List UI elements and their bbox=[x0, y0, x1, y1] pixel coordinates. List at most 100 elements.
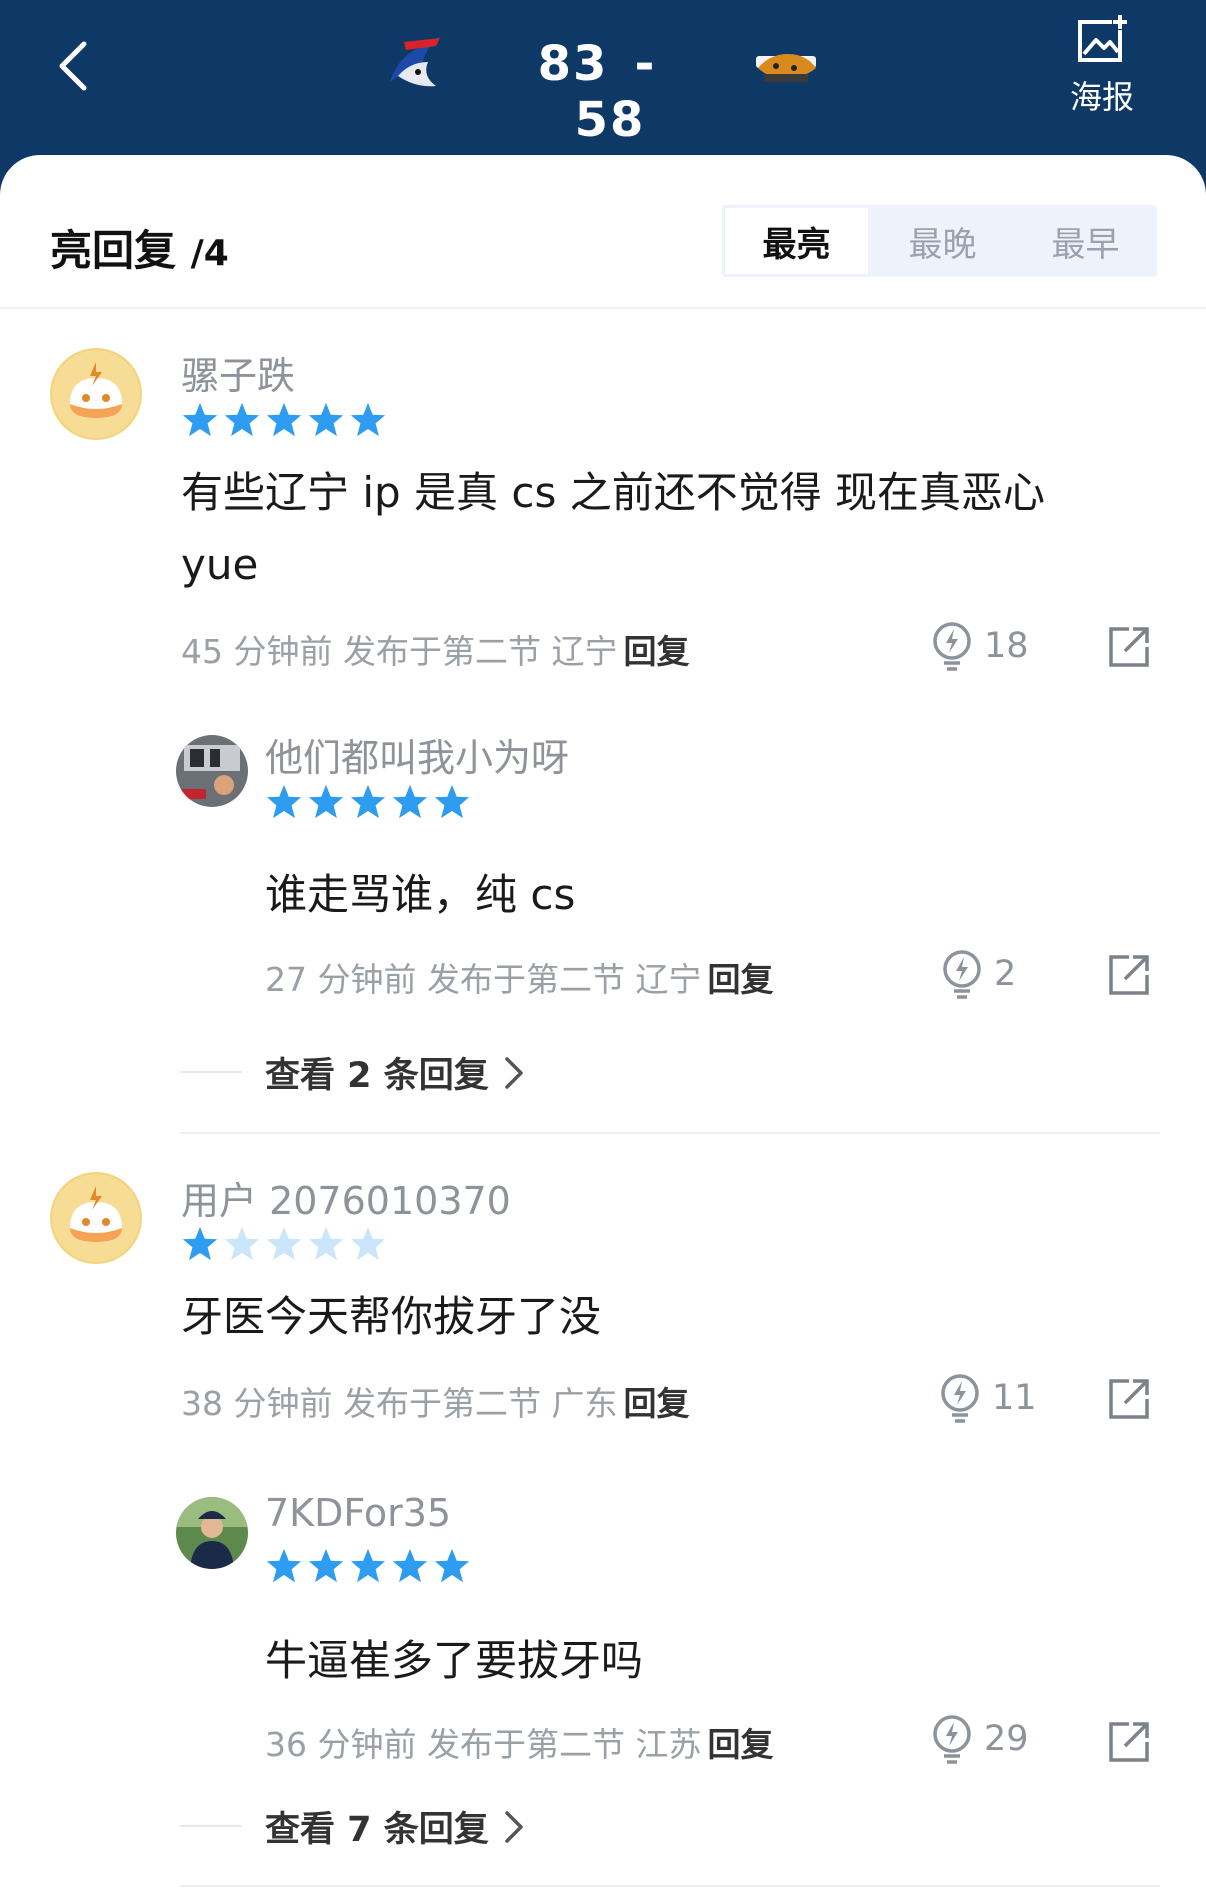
star-empty-icon bbox=[224, 1226, 260, 1261]
chevron-left-icon[interactable] bbox=[46, 36, 106, 96]
star-filled-icon bbox=[182, 402, 218, 437]
replies-panel: 亮回复 /4 最亮 最晚 最早 骡子跌 有些辽宁 ip 是真 cs 之前还不觉得… bbox=[0, 155, 1206, 1900]
reply-meta: 27 分钟前 发布于第二节 辽宁 回复 bbox=[265, 953, 773, 1001]
comment-text-line: yue bbox=[181, 540, 259, 589]
reply-username[interactable]: 7KDFor35 bbox=[265, 1491, 451, 1535]
view-more-label: 查看 7 条回复 bbox=[265, 1810, 489, 1850]
chevron-right-icon bbox=[504, 1810, 523, 1843]
star-filled-icon bbox=[350, 784, 386, 819]
star-filled-icon bbox=[434, 784, 470, 819]
star-filled-icon bbox=[350, 1548, 386, 1583]
share-icon[interactable] bbox=[1107, 1377, 1151, 1421]
reply-meta-text: 27 分钟前 发布于第二节 辽宁 bbox=[265, 960, 702, 999]
star-filled-icon bbox=[434, 1548, 470, 1583]
avatar[interactable] bbox=[176, 735, 248, 807]
like-count: 18 bbox=[984, 626, 1029, 666]
like-button[interactable]: 11 bbox=[938, 1373, 1037, 1423]
avatar[interactable] bbox=[50, 348, 142, 440]
star-empty-icon bbox=[350, 1226, 386, 1261]
star-filled-icon bbox=[308, 784, 344, 819]
avatar[interactable] bbox=[50, 1172, 142, 1264]
like-count: 11 bbox=[992, 1378, 1037, 1418]
star-filled-icon bbox=[182, 1226, 218, 1261]
divider bbox=[180, 1825, 242, 1827]
share-icon[interactable] bbox=[1107, 953, 1151, 997]
divider bbox=[180, 1132, 1160, 1134]
poster-label: 海报 bbox=[1069, 78, 1134, 116]
share-icon[interactable] bbox=[1107, 1720, 1151, 1764]
score-separator: - bbox=[634, 36, 657, 92]
reply-button[interactable]: 回复 bbox=[623, 632, 689, 671]
star-empty-icon bbox=[266, 1226, 302, 1261]
star-filled-icon bbox=[266, 1548, 302, 1583]
comment-text: 牙医今天帮你拔牙了没 bbox=[181, 1292, 602, 1341]
divider bbox=[180, 1071, 242, 1073]
lightbulb-icon bbox=[943, 950, 981, 999]
comment-meta: 45 分钟前 发布于第二节 辽宁 回复 bbox=[181, 625, 689, 673]
reply-text: 牛逼崔多了要拔牙吗 bbox=[265, 1636, 644, 1685]
star-filled-icon bbox=[308, 402, 344, 437]
divider bbox=[0, 307, 1206, 309]
section-title-text: 亮回复 bbox=[50, 226, 177, 275]
reply-username[interactable]: 他们都叫我小为呀 bbox=[265, 727, 569, 782]
lightbulb-icon bbox=[933, 622, 971, 671]
star-rating bbox=[265, 1547, 471, 1587]
comment-text-line: 有些辽宁 ip 是真 cs 之前还不觉得 现在真恶心 bbox=[181, 468, 1046, 517]
photo-avatar bbox=[176, 735, 248, 807]
star-filled-icon bbox=[392, 784, 428, 819]
divider bbox=[180, 1885, 1160, 1887]
share-icon[interactable] bbox=[1107, 625, 1151, 669]
like-count: 2 bbox=[994, 954, 1017, 994]
like-count: 29 bbox=[984, 1719, 1029, 1759]
leopards-logo[interactable] bbox=[750, 32, 822, 100]
reply-text: 谁走骂谁，纯 cs bbox=[265, 870, 576, 919]
default-avatar-icon bbox=[52, 1174, 140, 1262]
image-edit-icon bbox=[1078, 14, 1128, 62]
home-score: 83 bbox=[537, 36, 609, 92]
view-more-replies[interactable]: 查看 7 条回复 bbox=[265, 1801, 525, 1852]
photo-avatar bbox=[176, 1497, 248, 1569]
tab-hottest[interactable]: 最亮 bbox=[725, 208, 868, 274]
tab-latest[interactable]: 最晚 bbox=[871, 205, 1014, 277]
star-rating bbox=[181, 1225, 387, 1265]
default-avatar-icon bbox=[52, 350, 140, 438]
sort-tabs: 最亮 最晚 最早 bbox=[722, 205, 1157, 277]
tab-earliest[interactable]: 最早 bbox=[1014, 205, 1157, 277]
lightbulb-icon bbox=[941, 1374, 979, 1423]
star-filled-icon bbox=[224, 402, 260, 437]
comment-text: 有些辽宁 ip 是真 cs 之前还不觉得 现在真恶心 yue bbox=[181, 457, 1141, 601]
chevron-right-icon bbox=[504, 1056, 523, 1089]
poster-button[interactable]: 海报 bbox=[1054, 12, 1150, 118]
like-button[interactable]: 29 bbox=[930, 1714, 1029, 1764]
star-filled-icon bbox=[392, 1548, 428, 1583]
star-rating bbox=[265, 783, 471, 823]
avatar[interactable] bbox=[176, 1497, 248, 1569]
sharks-logo[interactable] bbox=[380, 32, 452, 100]
star-filled-icon bbox=[266, 784, 302, 819]
reply-meta: 36 分钟前 发布于第二节 江苏 回复 bbox=[265, 1718, 773, 1766]
comment-meta-text: 38 分钟前 发布于第二节 广东 bbox=[181, 1384, 618, 1423]
reply-button[interactable]: 回复 bbox=[623, 1384, 689, 1423]
comment-username[interactable]: 用户 2076010370 bbox=[181, 1170, 511, 1225]
comment-meta: 38 分钟前 发布于第二节 广东 回复 bbox=[181, 1377, 689, 1425]
star-filled-icon bbox=[350, 402, 386, 437]
lightbulb-icon bbox=[933, 1715, 971, 1764]
game-header: 83 -58 海报 bbox=[0, 0, 1206, 160]
view-more-label: 查看 2 条回复 bbox=[265, 1056, 489, 1096]
reply-count: /4 bbox=[190, 233, 229, 274]
comment-username[interactable]: 骡子跌 bbox=[181, 345, 295, 400]
reply-meta-text: 36 分钟前 发布于第二节 江苏 bbox=[265, 1725, 702, 1764]
like-button[interactable]: 2 bbox=[940, 949, 1016, 999]
star-filled-icon bbox=[266, 402, 302, 437]
like-button[interactable]: 18 bbox=[930, 621, 1029, 671]
reply-button[interactable]: 回复 bbox=[707, 1725, 773, 1764]
away-score: 58 bbox=[574, 92, 646, 148]
scoreboard: 83 -58 bbox=[510, 36, 710, 148]
section-title: 亮回复 /4 bbox=[50, 217, 229, 278]
star-filled-icon bbox=[308, 1548, 344, 1583]
comment-meta-text: 45 分钟前 发布于第二节 辽宁 bbox=[181, 632, 618, 671]
star-empty-icon bbox=[308, 1226, 344, 1261]
reply-button[interactable]: 回复 bbox=[707, 960, 773, 999]
star-rating bbox=[181, 401, 387, 441]
view-more-replies[interactable]: 查看 2 条回复 bbox=[265, 1047, 525, 1098]
